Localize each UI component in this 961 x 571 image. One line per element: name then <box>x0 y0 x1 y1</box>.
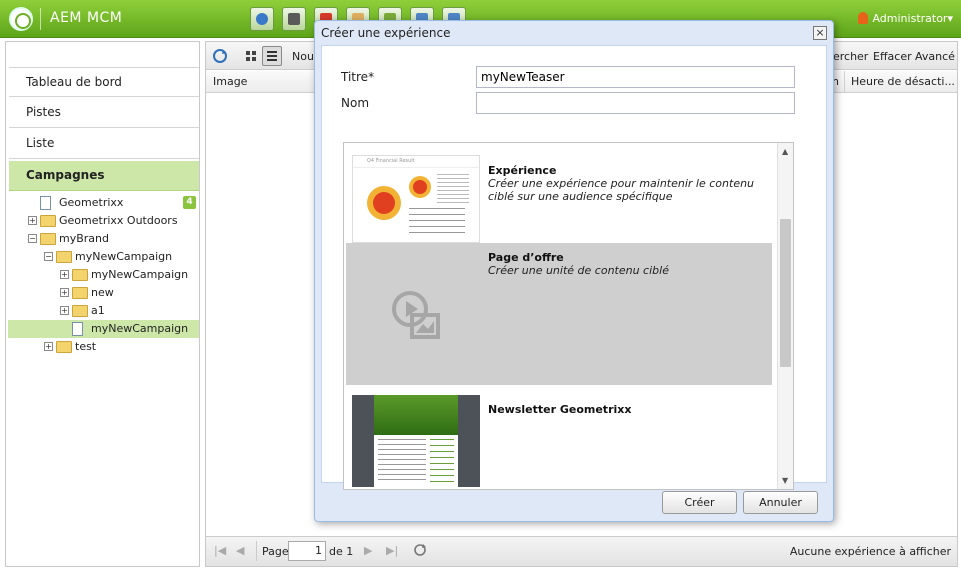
template-list-scrollbar[interactable]: ▲ ▼ <box>777 143 793 489</box>
folder-icon <box>40 215 56 227</box>
expand-icon[interactable]: + <box>28 216 37 225</box>
count-badge: 4 <box>183 196 196 209</box>
tree-node-mybrand[interactable]: − myBrand <box>6 230 199 248</box>
clear-button[interactable]: Effacer <box>873 50 912 63</box>
template-experience[interactable]: Q4 Financial Result Expérience Créer une… <box>346 155 772 243</box>
title-field-label: Titre* <box>341 70 375 84</box>
tree-node-mynewcampaign-selected[interactable]: myNewCampaign <box>8 320 199 338</box>
tree-label: a1 <box>91 304 105 317</box>
title-field[interactable]: myNewTeaser <box>476 66 795 88</box>
tree-label: myNewCampaign <box>91 268 189 281</box>
list-view-icon[interactable] <box>262 46 282 66</box>
video-placeholder-icon <box>390 289 442 341</box>
user-name: Administrator <box>872 12 948 25</box>
scroll-up-icon[interactable]: ▲ <box>782 147 788 156</box>
folder-icon <box>72 287 88 299</box>
tree-label: test <box>75 340 97 353</box>
next-page-icon[interactable]: ▶ <box>364 544 372 557</box>
template-offer-page[interactable]: Page d’offre Créer une unité de contenu … <box>346 243 772 385</box>
template-newsletter[interactable]: Newsletter Geometrixx <box>346 395 772 487</box>
column-image[interactable]: Image <box>213 75 247 88</box>
sidebar-item-leads[interactable]: Pistes <box>9 98 199 128</box>
template-description: Créer une expérience pour maintenir le c… <box>488 177 755 203</box>
first-page-icon[interactable]: |◀ <box>214 544 226 557</box>
cancel-button[interactable]: Annuler <box>743 491 818 514</box>
page-icon <box>40 196 51 210</box>
chevron-down-icon: ▾ <box>947 12 953 25</box>
globe-icon[interactable] <box>250 7 274 31</box>
folder-icon <box>72 269 88 281</box>
user-icon <box>858 12 869 24</box>
template-title: Newsletter Geometrixx <box>488 403 632 416</box>
dialog-body: Titre* myNewTeaser Nom Q4 Financial Resu… <box>321 45 827 490</box>
template-description: Créer une unité de contenu ciblé <box>488 264 669 277</box>
create-button[interactable]: Créer <box>662 491 737 514</box>
expand-icon[interactable]: + <box>44 342 53 351</box>
grid-view-icon[interactable] <box>241 46 261 66</box>
collapse-icon[interactable]: − <box>44 252 53 261</box>
folder-icon <box>56 341 72 353</box>
tree-node-mynewcampaign-child[interactable]: + myNewCampaign <box>6 266 199 284</box>
expand-icon[interactable]: + <box>60 306 69 315</box>
folder-open-icon <box>40 233 56 245</box>
close-icon[interactable]: × <box>813 26 827 40</box>
aem-logo-icon[interactable] <box>9 7 33 31</box>
thumbnail-circle-inner <box>373 192 395 214</box>
scroll-thumb[interactable] <box>780 219 791 367</box>
app-brand: AEM MCM <box>50 10 123 26</box>
sidebar-item-campaigns[interactable]: Campagnes <box>9 161 199 191</box>
expand-icon[interactable]: + <box>60 288 69 297</box>
thumbnail-caption: Q4 Financial Result <box>353 156 479 168</box>
page-icon <box>72 322 83 336</box>
camera-icon[interactable] <box>282 7 306 31</box>
tree-node-mynewcampaign[interactable]: − myNewCampaign <box>6 248 199 266</box>
tree-label: Geometrixx Outdoors <box>59 214 178 227</box>
tree-label: myNewCampaign <box>91 322 189 335</box>
dialog-title: Créer une expérience <box>321 26 451 40</box>
tree-node-test[interactable]: + test <box>6 338 199 356</box>
collapse-icon[interactable]: − <box>28 234 37 243</box>
refresh-icon[interactable] <box>210 46 230 66</box>
name-field-label: Nom <box>341 96 370 110</box>
folder-icon <box>72 305 88 317</box>
template-title: Page d’offre <box>488 251 564 264</box>
advanced-button[interactable]: Avancé <box>915 50 955 63</box>
tree-node-geometrixx[interactable]: Geometrixx <box>6 194 199 212</box>
tree-node-geometrixx-outdoors[interactable]: + Geometrixx Outdoors <box>6 212 199 230</box>
template-title: Expérience <box>488 164 557 177</box>
prev-page-icon[interactable]: ◀ <box>236 544 244 557</box>
required-mark: * <box>368 70 375 84</box>
tree-node-new[interactable]: + new <box>6 284 199 302</box>
pager-refresh-icon[interactable] <box>412 542 428 561</box>
tree-node-a1[interactable]: + a1 <box>6 302 199 320</box>
template-thumbnail <box>352 395 480 487</box>
create-experience-dialog: Créer une expérience × Titre* myNewTease… <box>314 20 834 522</box>
last-page-icon[interactable]: ▶| <box>386 544 398 557</box>
page-label: Page <box>262 545 289 558</box>
template-list: Q4 Financial Result Expérience Créer une… <box>343 142 794 490</box>
page-count: de 1 <box>329 545 354 558</box>
expand-icon[interactable]: + <box>60 270 69 279</box>
grid-pager: |◀ ◀ Page 1 de 1 ▶ ▶| Aucune expérience … <box>206 536 957 566</box>
tree-label: myNewCampaign <box>75 250 173 263</box>
template-thumbnail: Q4 Financial Result <box>352 155 480 243</box>
tree-label: myBrand <box>59 232 109 245</box>
sidebar-item-dashboard[interactable]: Tableau de bord <box>9 67 199 97</box>
tree-label: new <box>91 286 114 299</box>
left-panel: Tableau de bord Pistes Liste Campagnes G… <box>5 41 200 567</box>
sidebar-item-list[interactable]: Liste <box>9 129 199 159</box>
name-field[interactable] <box>476 92 795 114</box>
tree-label: Geometrixx <box>59 196 124 209</box>
page-number-input[interactable]: 1 <box>288 541 326 561</box>
grid-status: Aucune expérience à afficher <box>789 545 951 558</box>
column-deactivation-time[interactable]: Heure de désacti... <box>851 75 955 88</box>
user-menu[interactable]: Administrator▾ <box>858 12 953 25</box>
brand-divider <box>40 8 41 30</box>
scroll-down-icon[interactable]: ▼ <box>782 476 788 485</box>
folder-open-icon <box>56 251 72 263</box>
